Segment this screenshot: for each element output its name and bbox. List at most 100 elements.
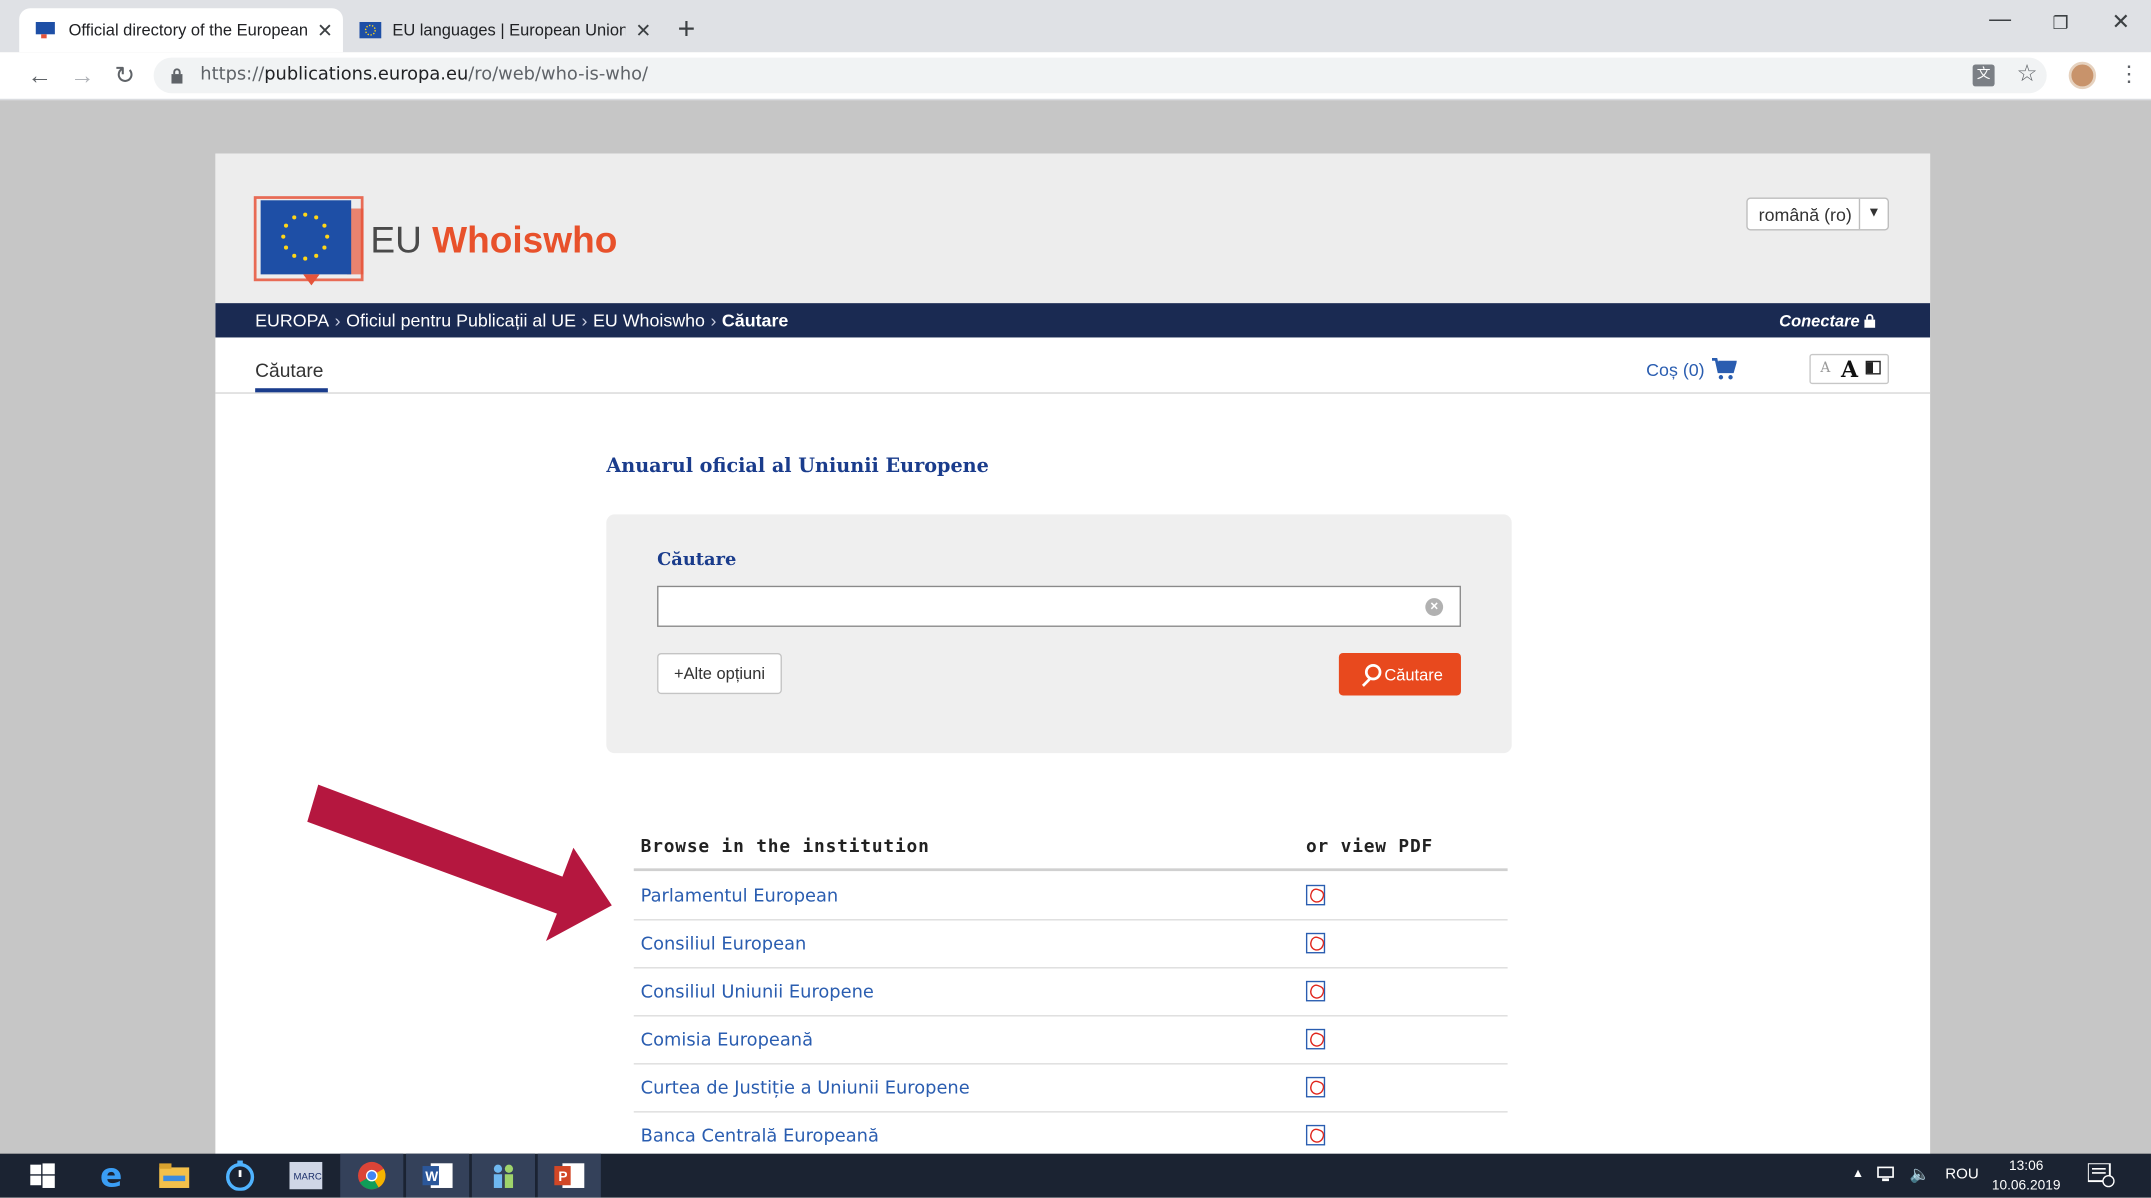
url-text[interactable]: https://publications.europa.eu/ro/web/wh… xyxy=(200,64,648,85)
institution-link[interactable]: Comisia Europeană xyxy=(641,1030,813,1051)
table-row: Curtea de Justiție a Uniunii Europene xyxy=(633,1063,1508,1113)
clear-search-icon[interactable]: × xyxy=(1425,598,1444,616)
text-size-control: A A xyxy=(1809,353,1889,385)
web-page: EU Whoiswho română (ro) ▼ EUROPA › Oficiul… xyxy=(215,153,1931,1156)
active-tab-indicator xyxy=(255,388,328,393)
institution-link[interactable]: Parlamentul European xyxy=(641,886,839,907)
word-icon[interactable]: W xyxy=(406,1153,470,1198)
close-tab-icon[interactable]: ✕ xyxy=(307,19,343,42)
url-path: /ro/web/who-is-who/ xyxy=(468,64,649,86)
login-link[interactable]: Conectare xyxy=(1779,311,1876,332)
eu-whoiswho-logo[interactable]: EU Whoiswho xyxy=(215,154,617,305)
marc-app-icon[interactable]: MARC xyxy=(274,1154,337,1198)
institution-link[interactable]: Consiliul Uniunii Europene xyxy=(641,982,874,1003)
close-window-icon[interactable]: ✕ xyxy=(2093,8,2148,35)
network-icon[interactable] xyxy=(1877,1166,1899,1191)
svg-text:P: P xyxy=(558,1169,567,1184)
contrast-icon[interactable] xyxy=(1865,360,1881,375)
page-title: Anuarul oficial al Uniunii Europene xyxy=(606,455,989,478)
new-tab-icon[interactable]: + xyxy=(678,11,696,47)
svg-text:MARC: MARC xyxy=(294,1172,322,1183)
svg-text:W: W xyxy=(425,1169,438,1184)
column-header-institution: Browse in the institution xyxy=(640,836,930,858)
magnifier-icon xyxy=(1365,663,1382,680)
annotation-arrow xyxy=(302,768,631,953)
breadcrumb-current: Căutare xyxy=(721,310,789,331)
search-button-label: Căutare xyxy=(1384,664,1443,684)
windows-taskbar: e MARC W P ▲ 🔈 ROU 13:06 10.06.2019 xyxy=(0,1153,2151,1198)
breadcrumb-publications-office[interactable]: Oficiul pentru Publicații al UE xyxy=(346,310,576,331)
minimize-icon[interactable]: — xyxy=(1973,8,2028,33)
search-input[interactable] xyxy=(657,585,1461,627)
powerpoint-icon[interactable]: P xyxy=(537,1153,601,1198)
menu-dots-icon[interactable]: ⋮ xyxy=(2118,60,2140,87)
padlock-icon xyxy=(1864,313,1876,332)
translate-icon[interactable]: 文 xyxy=(1972,64,1995,87)
volume-icon[interactable]: 🔈 xyxy=(1910,1165,1931,1184)
brand-title: EU Whoiswho xyxy=(370,219,617,262)
chrome-icon[interactable] xyxy=(340,1153,404,1198)
column-header-pdf: or view PDF xyxy=(1305,836,1434,858)
url-scheme: https:// xyxy=(200,64,265,86)
institution-link[interactable]: Consiliul European xyxy=(641,934,807,955)
pdf-icon[interactable] xyxy=(1305,1076,1326,1098)
cart-label: Coș (0) xyxy=(1646,359,1705,380)
table-row: Comisia Europeană xyxy=(633,1015,1508,1065)
lock-icon xyxy=(170,66,184,91)
more-options-button[interactable]: +Alte opțiuni xyxy=(657,652,782,695)
clock-time: 13:06 xyxy=(2009,1159,2044,1175)
edge-icon[interactable]: e xyxy=(80,1154,143,1198)
tab-official-directory[interactable]: Official directory of the European ✕ xyxy=(19,8,343,53)
pdf-icon[interactable] xyxy=(1305,1028,1326,1050)
brand-prefix: EU xyxy=(370,219,422,261)
tab-eu-languages[interactable]: EU languages | European Union ✕ xyxy=(343,8,661,52)
input-language[interactable]: ROU xyxy=(1945,1166,1979,1182)
url-host: publications.europa.eu xyxy=(264,64,469,86)
shopping-cart-icon xyxy=(1712,358,1738,384)
timer-app-icon[interactable] xyxy=(209,1154,272,1198)
reload-icon[interactable]: ↻ xyxy=(110,60,140,90)
login-label: Conectare xyxy=(1779,311,1860,331)
windows-start-icon[interactable] xyxy=(11,1154,74,1198)
dropdown-arrow-icon: ▼ xyxy=(1858,198,1888,230)
search-panel: Căutare × +Alte opțiuni Căutare xyxy=(606,514,1512,754)
bookmark-star-icon[interactable]: ☆ xyxy=(2017,60,2038,87)
pdf-icon[interactable] xyxy=(1305,980,1326,1002)
profile-avatar[interactable] xyxy=(2068,61,2097,90)
pdf-icon[interactable] xyxy=(1305,1124,1326,1146)
action-center-icon[interactable] xyxy=(2086,1162,2115,1188)
tab-title: Official directory of the European xyxy=(68,20,308,40)
forward-icon[interactable]: → xyxy=(67,60,97,90)
breadcrumb-europa[interactable]: EUROPA xyxy=(255,310,329,331)
breadcrumb: EUROPA › Oficiul pentru Publicații al UE › E… xyxy=(255,310,789,331)
tab-title: EU languages | European Union xyxy=(392,20,626,40)
back-icon[interactable]: ← xyxy=(25,60,55,90)
search-button[interactable]: Căutare xyxy=(1338,652,1461,696)
table-row: Consiliul European xyxy=(633,919,1508,969)
text-size-large[interactable]: A xyxy=(1841,357,1858,383)
pdf-icon[interactable] xyxy=(1305,884,1326,906)
restore-icon[interactable]: ❐ xyxy=(2033,12,2088,34)
pdf-icon[interactable] xyxy=(1305,932,1326,954)
nav-tab-search[interactable]: Căutare xyxy=(255,359,323,381)
breadcrumb-eu-whoiswho[interactable]: EU Whoiswho xyxy=(593,310,705,331)
language-select[interactable]: română (ro) ▼ xyxy=(1746,197,1889,231)
clock-date: 10.06.2019 xyxy=(1991,1178,2061,1194)
teams-like-icon[interactable] xyxy=(471,1153,536,1198)
institution-link[interactable]: Banca Centrală Europeană xyxy=(641,1126,879,1147)
cart-link[interactable]: Coș (0) xyxy=(1646,358,1738,384)
clock[interactable]: 13:06 10.06.2019 xyxy=(1992,1158,2061,1196)
tray-expand-icon[interactable]: ▲ xyxy=(1852,1166,1864,1180)
secondary-nav: Căutare Coș (0) A A xyxy=(215,337,1931,394)
text-size-small[interactable]: A xyxy=(1820,361,1830,376)
table-row: Banca Centrală Europeană xyxy=(634,1111,1508,1155)
language-value: română (ro) xyxy=(1758,204,1852,225)
table-row: Consiliul Uniunii Europene xyxy=(633,967,1508,1017)
institution-link[interactable]: Curtea de Justiție a Uniunii Europene xyxy=(641,1078,970,1099)
brand-name: Whoiswho xyxy=(432,219,618,261)
close-tab-icon[interactable]: ✕ xyxy=(626,19,662,42)
eu-flag-icon xyxy=(35,21,58,39)
table-row: Parlamentul European xyxy=(633,871,1508,921)
search-label: Căutare xyxy=(657,550,737,571)
file-explorer-icon[interactable] xyxy=(143,1154,206,1198)
